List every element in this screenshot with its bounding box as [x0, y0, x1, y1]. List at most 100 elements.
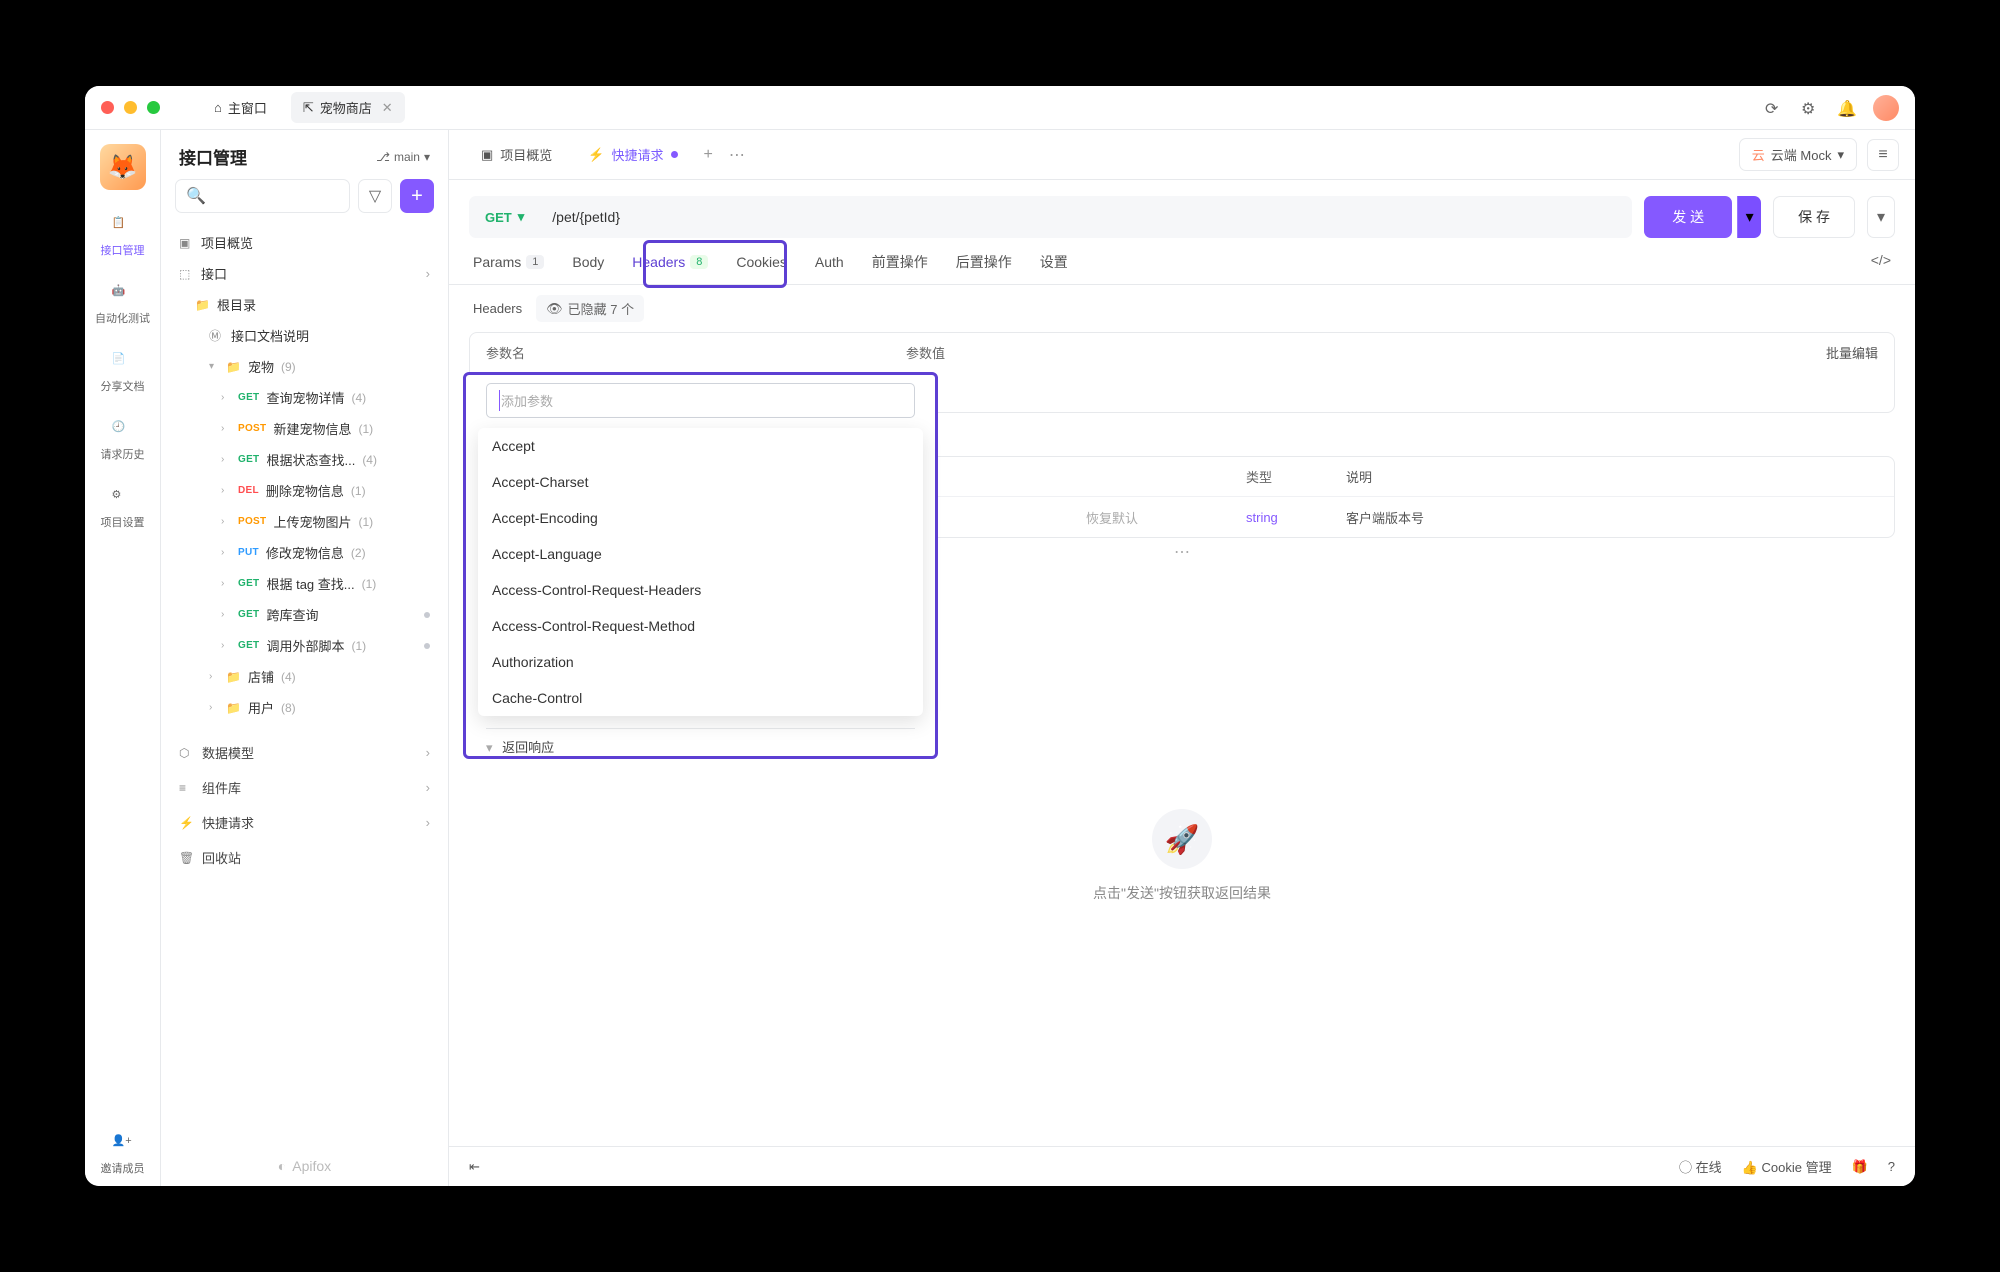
tree-root-folder[interactable]: 📁 根目录	[161, 289, 448, 320]
send-button[interactable]: 发 送	[1644, 196, 1732, 238]
subtab-cookies[interactable]: Cookies	[736, 252, 787, 284]
dropdown-item[interactable]: Access-Control-Request-Headers	[478, 572, 923, 608]
branch-selector[interactable]: ⎇ main ▾	[376, 150, 430, 164]
unsaved-dot	[671, 151, 678, 158]
close-window[interactable]	[101, 101, 114, 114]
batch-edit-button[interactable]: 批量编辑	[1826, 343, 1878, 362]
tree-user-folder[interactable]: › 📁 用户 (8)	[161, 692, 448, 723]
rail-invite[interactable]: 👤+ 邀请成员	[85, 1124, 160, 1186]
minimize-window[interactable]	[124, 101, 137, 114]
subtab-pre[interactable]: 前置操作	[872, 252, 928, 284]
method-badge: GET	[238, 609, 259, 620]
tab-overview[interactable]: ▣ 项目概览	[465, 137, 568, 172]
method-selector[interactable]: GET ▾	[469, 209, 540, 225]
rail-history[interactable]: 🕘 请求历史	[85, 410, 160, 472]
cookie-manage[interactable]: 👍 Cookie 管理	[1742, 1157, 1832, 1176]
subtab-body[interactable]: Body	[572, 252, 604, 284]
gift-icon[interactable]: 🎁	[1852, 1159, 1868, 1175]
brand-footer: ◐ Apifox	[161, 1146, 448, 1186]
method-badge: GET	[238, 578, 259, 589]
api-icon: 📋	[112, 216, 134, 238]
close-icon[interactable]: ✕	[382, 100, 393, 116]
rail-share-docs[interactable]: 📄 分享文档	[85, 342, 160, 404]
dropdown-item[interactable]: Accept-Encoding	[478, 500, 923, 536]
dropdown-item[interactable]: Accept-Charset	[478, 464, 923, 500]
tree-overview[interactable]: ▣ 项目概览	[161, 227, 448, 258]
app-logo: 🦊	[100, 144, 146, 190]
api-count: (4)	[351, 391, 366, 405]
dropdown-item[interactable]: Access-Control-Request-Method	[478, 608, 923, 644]
rail-project-settings[interactable]: ⚙ 项目设置	[85, 478, 160, 540]
headers-label: Headers	[473, 301, 522, 316]
add-tab[interactable]: +	[698, 140, 719, 170]
api-item[interactable]: › POST 新建宠物信息 (1)	[161, 413, 448, 444]
method-badge: GET	[238, 640, 259, 651]
dropdown-item[interactable]: Accept-Language	[478, 536, 923, 572]
bolt-icon: ⚡	[179, 816, 194, 830]
subtab-auth[interactable]: Auth	[815, 252, 844, 284]
api-item[interactable]: › GET 跨库查询	[161, 599, 448, 630]
refresh-icon[interactable]: ⟳	[1765, 99, 1783, 117]
save-dropdown[interactable]: ▾	[1867, 196, 1895, 238]
rail-automation[interactable]: 🤖 自动化测试	[85, 274, 160, 336]
bell-icon[interactable]: 🔔	[1837, 99, 1855, 117]
url-input[interactable]: GET ▾ /pet/{petId}	[469, 196, 1632, 238]
menu-button[interactable]: ≡	[1867, 139, 1899, 171]
api-item[interactable]: › GET 根据状态查找... (4)	[161, 444, 448, 475]
cube-icon: ⬚	[179, 267, 194, 281]
send-dropdown[interactable]: ▾	[1737, 196, 1761, 238]
branch-icon: ⎇	[376, 150, 390, 164]
tree-recycle[interactable]: 🗑 回收站	[161, 840, 448, 875]
folder-icon: 📁	[195, 298, 210, 312]
dropdown-item[interactable]: Authorization	[478, 644, 923, 680]
save-button[interactable]: 保 存	[1773, 196, 1855, 238]
tree-quick-request[interactable]: ⚡ 快捷请求 ›	[161, 805, 448, 840]
dropdown-item[interactable]: Cache-Control	[478, 680, 923, 716]
tree-pets-folder[interactable]: ▾ 📁 宠物 (9)	[161, 351, 448, 382]
dropdown-item[interactable]: Accept	[478, 428, 923, 464]
api-item[interactable]: › PUT 修改宠物信息 (2)	[161, 537, 448, 568]
response-section-label[interactable]: ▾ 返回响应	[486, 728, 915, 756]
status-dot	[424, 643, 430, 649]
env-selector[interactable]: 云 云端 Mock ▾	[1739, 138, 1857, 171]
tab-pet-store[interactable]: ⇱ 宠物商店 ✕	[291, 92, 405, 123]
add-param-input[interactable]: 添加参数	[486, 383, 915, 418]
api-item[interactable]: › GET 根据 tag 查找... (1)	[161, 568, 448, 599]
tree-components[interactable]: ≡ 组件库 ›	[161, 770, 448, 805]
tree-data-model[interactable]: ⬡ 数据模型 ›	[161, 735, 448, 770]
tab-quick-request[interactable]: ⚡ 快捷请求	[572, 137, 693, 172]
avatar[interactable]	[1873, 95, 1899, 121]
tree-store-folder[interactable]: › 📁 店铺 (4)	[161, 661, 448, 692]
col-desc: 说明	[1346, 467, 1878, 486]
col-param-name: 参数名	[486, 343, 906, 362]
external-icon: ⇱	[303, 100, 314, 116]
tab-main-window[interactable]: ⌂ 主窗口	[202, 92, 279, 123]
chevron-right-icon: ›	[209, 702, 219, 713]
subtab-post[interactable]: 后置操作	[956, 252, 1012, 284]
online-status[interactable]: ◯ 在线	[1679, 1157, 1722, 1176]
api-item[interactable]: › GET 查询宠物详情 (4)	[161, 382, 448, 413]
help-icon[interactable]: ?	[1888, 1159, 1895, 1174]
api-name: 删除宠物信息	[266, 481, 344, 500]
tree-interfaces[interactable]: ⬚ 接口 ›	[161, 258, 448, 289]
url-field[interactable]: /pet/{petId}	[540, 209, 1632, 225]
api-item[interactable]: › GET 调用外部脚本 (1)	[161, 630, 448, 661]
tree-api-doc[interactable]: Ⓜ 接口文档说明	[161, 320, 448, 351]
search-input[interactable]: 🔍	[175, 179, 350, 213]
api-item[interactable]: › POST 上传宠物图片 (1)	[161, 506, 448, 537]
filter-button[interactable]: ▽	[358, 179, 392, 213]
rail-api-manage[interactable]: 📋 接口管理	[85, 206, 160, 268]
code-icon[interactable]: </>	[1871, 252, 1891, 284]
maximize-window[interactable]	[147, 101, 160, 114]
hidden-toggle[interactable]: 👁 已隐藏 7 个	[536, 295, 644, 322]
collapse-icon[interactable]: ⇤	[469, 1159, 480, 1175]
subtab-params[interactable]: Params 1	[473, 252, 544, 284]
settings-icon[interactable]: ⚙	[1801, 99, 1819, 117]
subtab-headers[interactable]: Headers 8	[632, 252, 708, 284]
add-button[interactable]: +	[400, 179, 434, 213]
method-badge: DEL	[238, 485, 259, 496]
subtab-settings[interactable]: 设置	[1040, 252, 1068, 284]
api-name: 修改宠物信息	[266, 543, 344, 562]
more-tabs[interactable]: ⋯	[723, 139, 751, 171]
api-item[interactable]: › DEL 删除宠物信息 (1)	[161, 475, 448, 506]
